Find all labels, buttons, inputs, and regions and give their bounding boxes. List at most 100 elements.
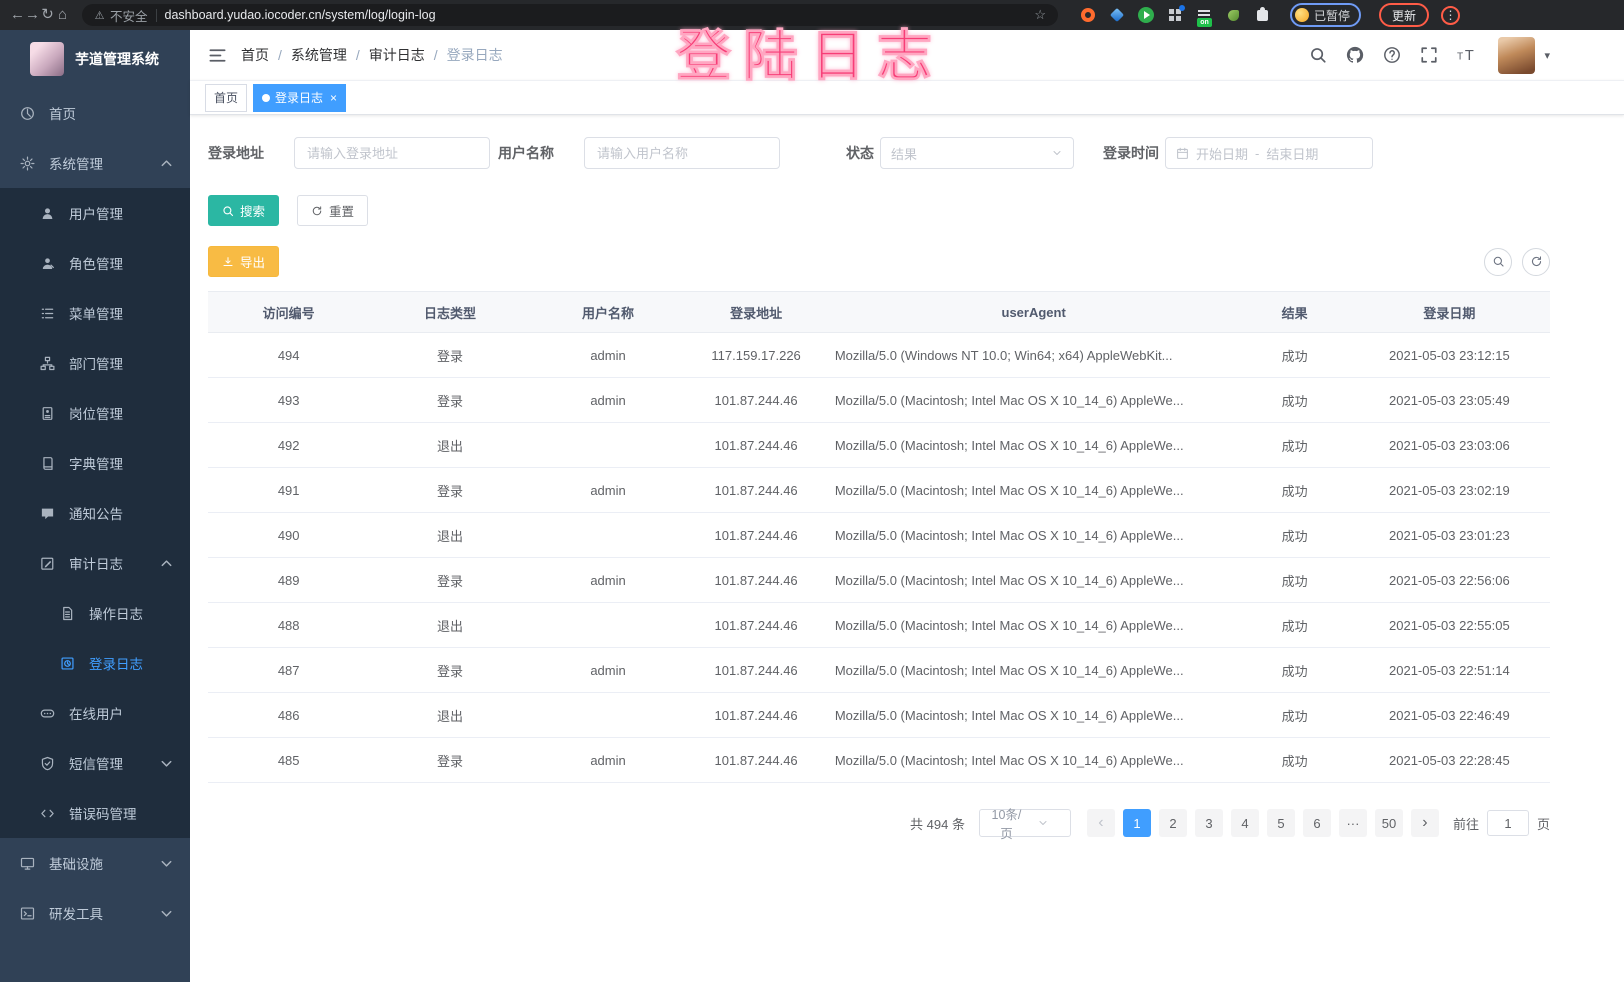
cell: 2021-05-03 22:28:45 [1349,738,1550,783]
avatar[interactable] [1498,37,1535,74]
sidebar-item-label: 岗位管理 [69,403,123,423]
home-icon[interactable]: ⌂ [55,8,70,23]
browser-menu-button[interactable]: ⋮ [1441,6,1460,25]
breadcrumb-separator: / [434,47,438,63]
breadcrumb-item[interactable]: 审计日志 [369,45,425,65]
chevron-down-icon [159,906,174,921]
security-label[interactable]: ⚠不安全 [94,6,148,25]
ext-orange-icon[interactable] [1080,7,1096,23]
security-text: 不安全 [110,6,148,25]
goto-page-input[interactable] [1487,810,1529,836]
cell: 登录 [369,648,530,693]
download-icon [222,256,234,268]
page-button[interactable]: 2 [1159,809,1187,837]
breadcrumb-separator: / [356,47,360,63]
refresh-button[interactable] [1522,248,1550,276]
paused-badge[interactable]: 已暂停 [1290,3,1361,27]
sidebar-item-8[interactable]: 通知公告 [0,488,190,538]
ext-leaf-icon[interactable] [1225,7,1241,23]
cell: admin [531,468,686,513]
page-more-button[interactable]: ··· [1339,809,1367,837]
cell: 登录 [369,468,530,513]
sidebar-item-7[interactable]: 字典管理 [0,438,190,488]
cell: 485 [208,738,369,783]
breadcrumb-item[interactable]: 系统管理 [291,45,347,65]
sidebar-item-14[interactable]: 错误码管理 [0,788,190,838]
ext-gem-icon[interactable] [1109,7,1125,23]
column-header: 访问编号 [208,292,369,333]
sidebar-item-13[interactable]: 短信管理 [0,738,190,788]
page-button[interactable]: 4 [1231,809,1259,837]
tag-active[interactable]: 登录日志× [253,84,346,112]
status-select[interactable]: 结果 [880,137,1074,169]
sidebar-item-2[interactable]: 用户管理 [0,188,190,238]
sidebar-item-5[interactable]: 部门管理 [0,338,190,388]
svg-text:T: T [1457,52,1463,63]
export-button[interactable]: 导出 [208,246,279,277]
url-text: dashboard.yudao.iocoder.cn/system/log/lo… [165,8,436,22]
cell: 101.87.244.46 [685,693,826,738]
page-size-select[interactable]: 10条/页 [979,809,1071,837]
login-address-input[interactable] [294,137,490,169]
page-button[interactable]: 5 [1267,809,1295,837]
sidebar-item-3[interactable]: 角色管理 [0,238,190,288]
column-header: 登录地址 [685,292,826,333]
status-placeholder: 结果 [891,144,1051,163]
cell: Mozilla/5.0 (Macintosh; Intel Mac OS X 1… [827,423,1241,468]
table-toolbar: 导出 [208,246,1550,277]
next-page-button[interactable]: › [1411,809,1439,837]
fullscreen-icon[interactable] [1420,46,1438,64]
sidebar-item-6[interactable]: 岗位管理 [0,388,190,438]
chevron-up-icon [159,556,174,571]
cell: admin [531,333,686,378]
ext-grid-icon[interactable] [1167,7,1183,23]
search-icon[interactable] [1309,46,1327,64]
prev-page-button[interactable]: ‹ [1087,809,1115,837]
ext-green-icon[interactable] [1138,7,1154,23]
search-toggle-button[interactable] [1484,248,1512,276]
cell: 成功 [1241,378,1349,423]
page-button[interactable]: 3 [1195,809,1223,837]
tag-item[interactable]: 首页 [205,84,247,112]
sidebar-item-11[interactable]: 登录日志 [0,638,190,688]
sidebar-item-16[interactable]: 研发工具 [0,888,190,938]
sidebar-item-1[interactable]: 系统管理 [0,138,190,188]
back-icon[interactable]: ← [10,8,25,23]
sidebar-item-10[interactable]: 操作日志 [0,588,190,638]
user-menu[interactable]: ▾ [1498,37,1550,74]
update-button[interactable]: 更新 [1379,3,1429,27]
page-button[interactable]: 6 [1303,809,1331,837]
cell: 101.87.244.46 [685,468,826,513]
tag-close-icon[interactable]: × [330,92,337,104]
sidebar-item-9[interactable]: 审计日志 [0,538,190,588]
annotation-overlay: 登陆日志 [676,11,944,91]
github-icon[interactable] [1346,46,1364,64]
sidebar-item-15[interactable]: 基础设施 [0,838,190,888]
forward-icon[interactable]: → [25,8,40,23]
search-button[interactable]: 搜索 [208,195,279,226]
reset-button[interactable]: 重置 [297,195,368,226]
sidebar-item-4[interactable]: 菜单管理 [0,288,190,338]
help-icon[interactable] [1383,46,1401,64]
column-header: 登录日期 [1349,292,1550,333]
reload-icon[interactable]: ↻ [40,8,55,23]
sidebar-item-0[interactable]: 首页 [0,88,190,138]
page-button[interactable]: 1 [1123,809,1151,837]
username-input[interactable] [584,137,780,169]
breadcrumb: 首页/系统管理/审计日志/登录日志 [241,45,503,65]
table-header-row: 访问编号日志类型用户名称登录地址userAgent结果登录日期 [208,292,1550,333]
page: ←→↻⌂ ⚠不安全 dashboard.yudao.iocoder.cn/sys… [0,0,1624,982]
login-time-range-picker[interactable]: 开始日期 - 结束日期 [1165,137,1373,169]
breadcrumb-item[interactable]: 首页 [241,45,269,65]
page-button[interactable]: 50 [1375,809,1403,837]
sidebar-logo-row[interactable]: 芋道管理系统 [0,30,190,88]
fontsize-icon[interactable]: TT [1457,46,1475,64]
sidebar-item-12[interactable]: 在线用户 [0,688,190,738]
topbar-actions: TT ▾ [1309,37,1550,74]
cell: 101.87.244.46 [685,603,826,648]
bookmark-star-icon[interactable]: ☆ [1034,7,1046,23]
chevron-down-icon [159,756,174,771]
hamburger-icon[interactable] [208,46,227,65]
ext-list-on-icon[interactable]: on [1196,7,1212,23]
ext-puzzle-icon[interactable] [1254,7,1270,23]
